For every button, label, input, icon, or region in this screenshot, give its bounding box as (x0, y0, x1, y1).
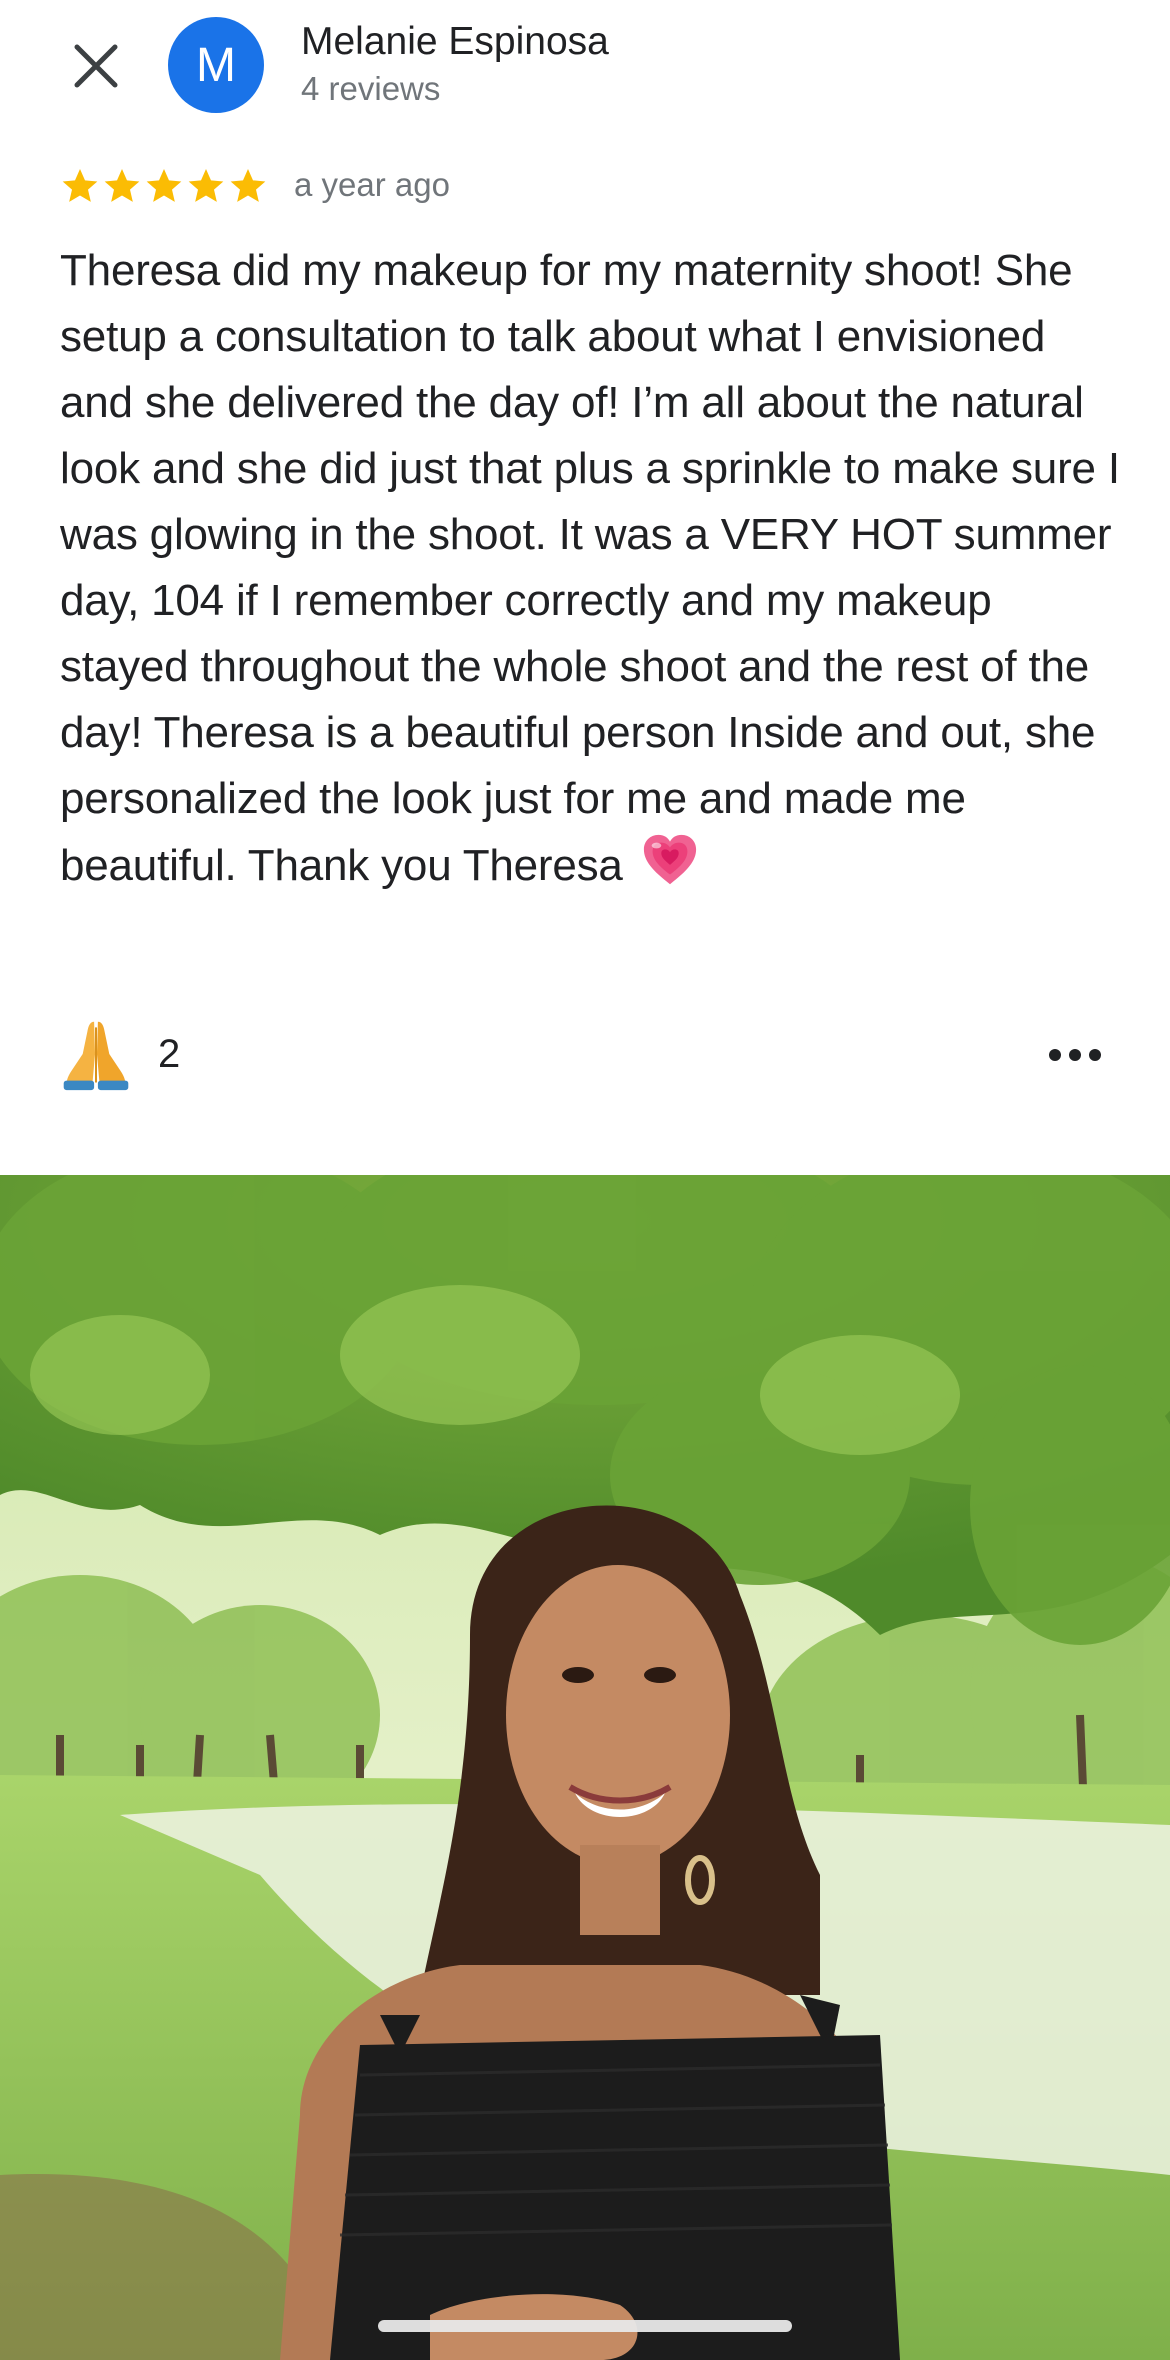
avatar[interactable]: M (168, 17, 264, 113)
like-reaction-button[interactable]: 2 (58, 1016, 180, 1092)
avatar-letter: M (196, 38, 236, 92)
reviewer-review-count: 4 reviews (301, 70, 441, 107)
star-icon (104, 169, 140, 202)
star-icon (230, 169, 266, 202)
star-icon (62, 169, 98, 202)
review-text: Theresa did my makeup for my maternity s… (60, 238, 1120, 899)
more-options-button[interactable] (1040, 1030, 1110, 1080)
star-icon (146, 169, 182, 202)
review-text-body: Theresa did my makeup for my maternity s… (60, 246, 1120, 890)
review-time: a year ago (294, 166, 450, 203)
star-rating (60, 166, 268, 206)
review-photo[interactable] (0, 1175, 1170, 2360)
close-icon (74, 44, 118, 88)
close-button[interactable] (60, 30, 132, 102)
home-indicator[interactable] (378, 2320, 792, 2332)
review-photo-image (0, 1175, 1170, 2360)
reaction-count: 2 (158, 1031, 181, 1076)
reviewer-name[interactable]: Melanie Espinosa (301, 20, 609, 64)
growing-heart-icon (643, 834, 696, 885)
star-icon (188, 169, 224, 202)
more-options-icon (1049, 1049, 1101, 1061)
review-detail-page: M Melanie Espinosa 4 reviews a year ago … (0, 0, 1170, 2360)
praying-hands-icon (63, 1021, 129, 1091)
